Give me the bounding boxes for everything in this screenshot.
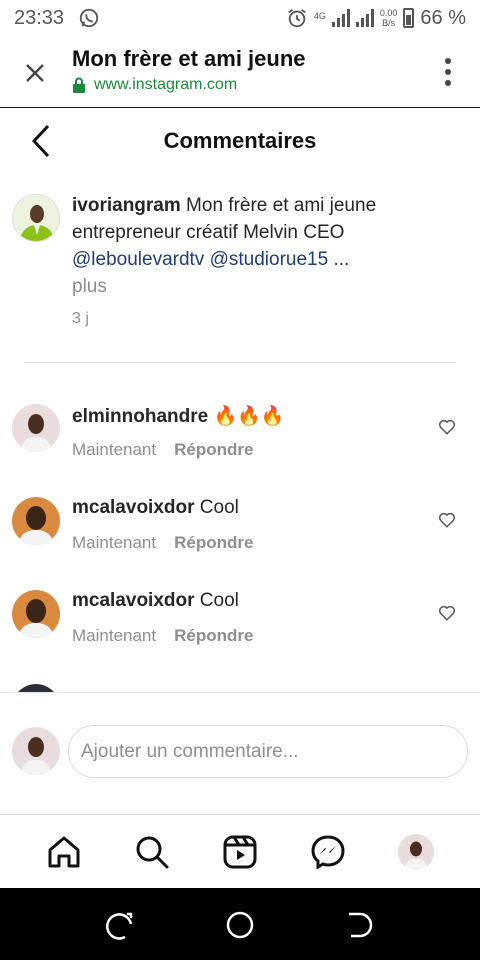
messenger-icon[interactable] [308,832,348,872]
data-rate: 0.00 B/s [380,8,398,28]
url-text: www.instagram.com [94,76,238,93]
reels-icon[interactable] [220,832,260,872]
comment-text: mcalavoixdor Cool [72,590,239,612]
home-button-icon[interactable] [225,910,255,940]
comment-meta: Maintenant Répondre [72,626,253,646]
mention-link[interactable]: @leboulevardtv [72,249,204,270]
browser-title: Mon frère et ami jeune [72,46,306,71]
comment-text: mcalavoixdor Cool [72,497,239,519]
whatsapp-icon [79,8,99,28]
more-options-icon[interactable] [444,58,452,86]
comment-input[interactable] [68,725,468,778]
comment-body: Cool [194,497,239,518]
comment-body: 🔥🔥🔥 [208,406,285,427]
comment-text: elminnohandre 🔥🔥🔥 [72,404,284,428]
browser-bar: Mon frère et ami jeune www.instagram.com [0,36,480,108]
comments-list: elminnohandre 🔥🔥🔥 Maintenant Répondre mca… [0,364,480,692]
comment-username[interactable]: mcalavoixdor [72,497,195,518]
heart-icon[interactable] [438,418,456,436]
status-time: 23:33 [14,6,65,29]
avatar[interactable] [12,194,60,242]
data-rate-unit: B/s [382,18,396,28]
comments-header: Commentaires [0,108,480,174]
partial-comment-avatar [12,684,60,692]
comment-time: Maintenant [72,626,157,645]
mention-link[interactable]: @studiorue15 [210,249,329,270]
add-comment-bar [0,692,480,814]
battery-icon [403,8,415,28]
alarm-icon [288,9,306,28]
comment-item: mcalavoixdor Cool Maintenant Répondre [0,550,480,646]
avatar[interactable] [12,497,60,545]
profile-avatar[interactable] [396,832,436,872]
close-icon[interactable] [22,60,48,86]
comment-item: mcalavoixdor Cool Maintenant Répondre [0,457,480,552]
caption-time: 3 j [72,310,89,327]
data-rate-value: 0.00 [379,8,398,18]
status-bar: 23:33 4G 0.00 B/s 66 % [0,0,480,36]
reply-button[interactable]: Répondre [174,626,253,646]
battery-percent: 66 % [420,6,466,29]
search-icon[interactable] [132,832,172,872]
lock-icon [73,77,85,93]
caption-username[interactable]: ivoriangram [72,195,181,216]
recent-apps-icon[interactable] [105,910,135,940]
signal-icon-2 [355,9,374,27]
caption-ellipsis: ... [328,249,350,270]
browser-url: www.instagram.com [72,76,237,94]
avatar[interactable] [12,590,60,638]
page-title: Commentaires [163,128,317,153]
network-type: 4G [313,10,326,21]
divider [24,362,456,363]
caption-text: ivoriangram Mon frère et ami jeune entre… [72,192,422,300]
more-link[interactable]: plus [72,276,107,297]
comment-item: elminnohandre 🔥🔥🔥 Maintenant Répondre [0,364,480,459]
heart-icon[interactable] [438,511,456,529]
bottom-navigation [0,814,480,888]
back-button-icon[interactable] [345,910,375,940]
home-icon[interactable] [44,832,84,872]
signal-icon [331,9,350,27]
avatar [12,727,60,775]
system-navigation-bar [0,888,480,960]
comment-username[interactable]: elminnohandre [72,406,208,427]
comment-username[interactable]: mcalavoixdor [72,590,195,611]
heart-icon[interactable] [438,604,456,622]
avatar[interactable] [12,404,60,452]
comment-body: Cool [194,590,239,611]
